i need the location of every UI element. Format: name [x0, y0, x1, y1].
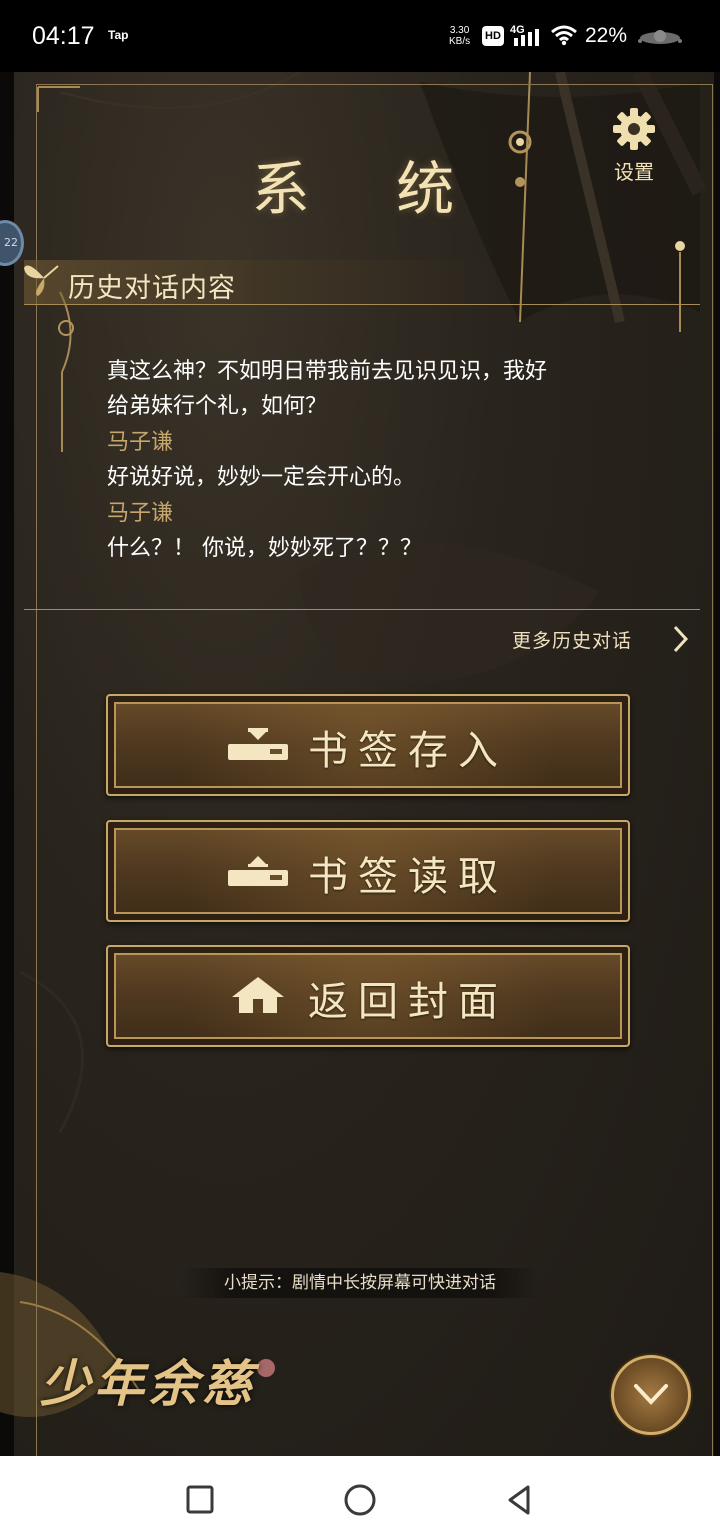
hd-badge-icon: HD: [482, 26, 504, 46]
tip-text: 小提示：剧情中长按屏幕可快进对话: [180, 1268, 540, 1298]
speaker-name: 马子谦: [107, 500, 174, 526]
bookmark-load-icon: [228, 856, 288, 886]
settings-button[interactable]: 设置: [604, 106, 664, 184]
divider: [24, 304, 700, 305]
network-speed-value: 3.30: [449, 25, 470, 36]
system-nav-bar: [0, 1456, 720, 1540]
bookmark-save-button[interactable]: 书签存入: [106, 694, 630, 796]
home-icon: [232, 977, 284, 1013]
dialog-line: 什么？！ 你说，妙妙死了？？？: [107, 536, 422, 562]
network-speed-unit: KB/s: [449, 36, 471, 47]
speaker-name: 马子谦: [107, 429, 174, 455]
dialog-history-list: 真这么神？不如明日带我前去见识见识，我好 给弟妹行个礼，如何？ 马子谦 好说好说…: [107, 354, 647, 566]
chevron-right-icon: [673, 625, 689, 653]
gear-icon: [613, 108, 655, 150]
recent-apps-icon[interactable]: [180, 1480, 220, 1520]
back-icon[interactable]: [500, 1480, 540, 1520]
status-app-tag: Tap: [108, 28, 129, 42]
dialog-line: 给弟妹行个礼，如何？: [107, 394, 328, 420]
signal-bars-icon: [514, 29, 539, 46]
game-screen: 22 系 统 设置 历史对话内容 真这么神？不如明日带我前去见识见识，我好 给弟…: [0, 72, 720, 1456]
divider: [24, 609, 700, 610]
dialog-line: 真这么神？不如明日带我前去见识见识，我好: [107, 359, 548, 384]
settings-label: 设置: [614, 160, 654, 184]
dialog-line: 好说好说，妙妙一定会开心的。: [107, 465, 416, 491]
return-cover-button[interactable]: 返回封面: [106, 945, 630, 1047]
page-title: 系 统: [251, 155, 489, 223]
bookmark-save-label: 书签存入: [308, 728, 508, 774]
network-speed: 3.30 KB/s: [449, 25, 470, 47]
home-nav-icon[interactable]: [340, 1480, 380, 1520]
return-cover-label: 返回封面: [308, 979, 508, 1025]
battery-percent: 22%: [585, 24, 628, 47]
bookmark-load-label: 书签读取: [308, 854, 508, 900]
game-logo: 少年余慈: [40, 1354, 256, 1413]
more-history-label: 更多历史对话: [512, 630, 633, 652]
bookmark-save-icon: [228, 728, 288, 760]
chevron-down-icon: [634, 1384, 668, 1405]
wifi-icon: [551, 25, 577, 46]
collapse-button[interactable]: [611, 1355, 691, 1435]
history-title: 历史对话内容: [68, 273, 236, 304]
notification-game-icon: [638, 30, 682, 44]
status-bar: 04:17 Tap 3.30 KB/s HD 4G 22%: [0, 0, 720, 72]
bookmark-load-button[interactable]: 书签读取: [106, 820, 630, 922]
status-time: 04:17: [32, 22, 95, 50]
